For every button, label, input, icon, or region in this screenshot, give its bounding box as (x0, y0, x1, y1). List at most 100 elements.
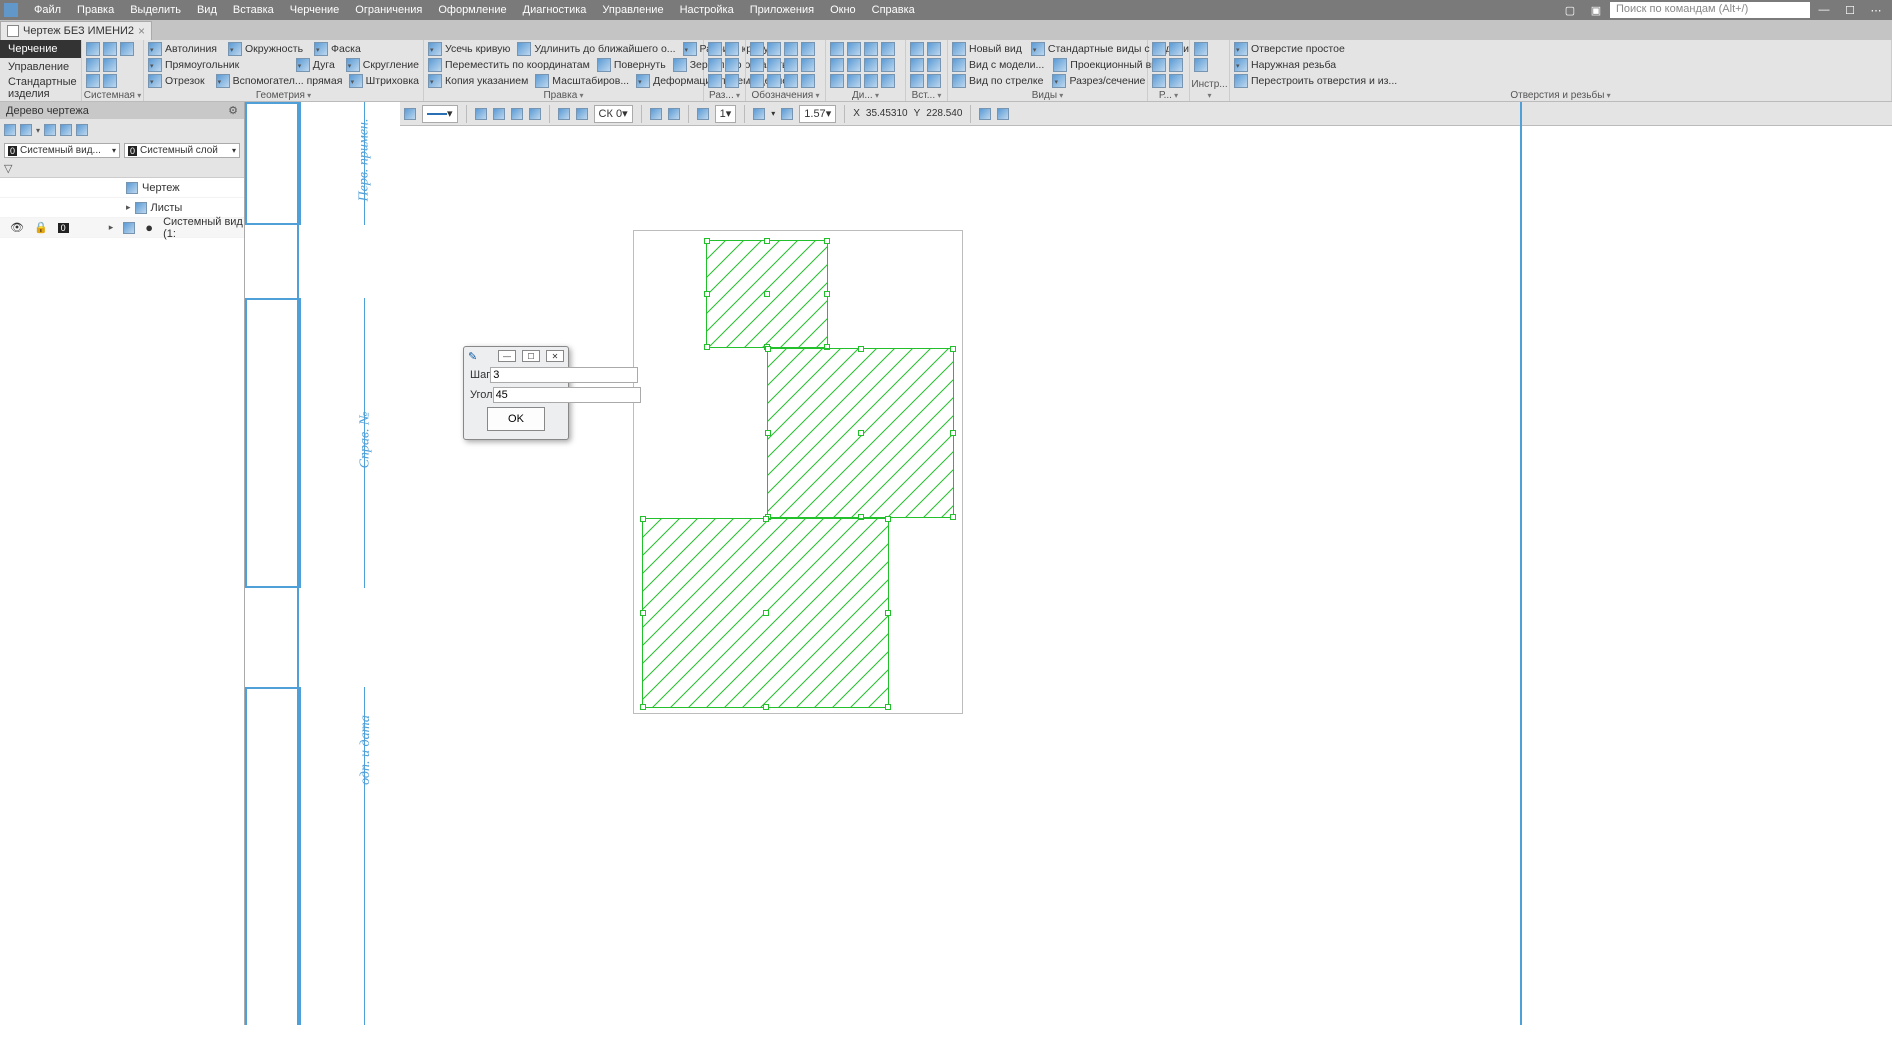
layout-toggle-1-icon[interactable]: ▢ (1558, 2, 1582, 18)
segment-icon[interactable] (148, 74, 162, 88)
ortho2-icon[interactable] (668, 108, 680, 120)
hatched-rect-1[interactable] (706, 240, 828, 348)
tree-tool-5-icon[interactable] (76, 124, 88, 136)
con-icon2[interactable] (847, 42, 861, 56)
ins-icon2[interactable] (927, 42, 941, 56)
con-icon7[interactable] (864, 58, 878, 72)
newview-icon[interactable] (952, 42, 966, 56)
scale-icon[interactable] (535, 74, 549, 88)
con-icon1[interactable] (830, 42, 844, 56)
move-icon[interactable] (428, 58, 442, 72)
menu-view[interactable]: Вид (189, 4, 225, 16)
ok-button[interactable]: OK (487, 407, 545, 431)
window-minimize-icon[interactable]: — (1812, 2, 1836, 18)
copy-icon[interactable] (103, 74, 117, 88)
open-icon[interactable] (103, 42, 117, 56)
document-tab-active[interactable]: Чертеж БЕЗ ИМЕНИ2 × (0, 21, 152, 40)
tool-icon2[interactable] (1194, 58, 1208, 72)
tree-tool-1-icon[interactable] (4, 124, 16, 136)
deform-icon[interactable] (636, 74, 650, 88)
dim-icon5[interactable] (708, 74, 722, 88)
cmd-hatch[interactable]: Штриховка (366, 75, 419, 87)
tree-node-sysview[interactable]: 👁 🔒 0 ▸ ● Системный вид (1: (0, 218, 244, 238)
ins-icon3[interactable] (910, 58, 924, 72)
extend-icon[interactable] (517, 42, 531, 56)
con-icon5[interactable] (830, 58, 844, 72)
ann-icon9[interactable] (750, 74, 764, 88)
tree-tool-4-icon[interactable] (60, 124, 72, 136)
autoline-icon[interactable] (148, 42, 162, 56)
ins-icon5[interactable] (910, 74, 924, 88)
dim-icon4[interactable] (725, 58, 739, 72)
tree-tool-3-icon[interactable] (44, 124, 56, 136)
rep-icon6[interactable] (1169, 74, 1183, 88)
tree-tool-2-icon[interactable] (20, 124, 32, 136)
new-icon[interactable] (86, 42, 100, 56)
document-tab-close-icon[interactable]: × (138, 24, 145, 38)
ann-icon4[interactable] (801, 42, 815, 56)
drawing-canvas[interactable]: ▾ СК 0 ▾ 1 ▾ ▾ 1.57 ▾ X 35.45310 Y (245, 102, 1892, 1025)
ann-icon8[interactable] (801, 58, 815, 72)
lock-icon[interactable]: 🔒 (34, 221, 48, 234)
ribbon-tab-drawing[interactable]: Черчение (0, 40, 81, 58)
menu-constraints[interactable]: Ограничения (347, 4, 430, 16)
zoom-dropdown[interactable]: 1.57 ▾ (799, 105, 836, 123)
menu-drawing[interactable]: Черчение (282, 4, 348, 16)
cmd-move[interactable]: Переместить по координатам (445, 59, 590, 71)
hole-icon1[interactable] (1234, 42, 1248, 56)
ann-icon10[interactable] (767, 74, 781, 88)
trim-icon[interactable] (428, 42, 442, 56)
dialog-collapse-icon[interactable]: — (498, 350, 516, 362)
cmd-modelview[interactable]: Вид с модели... (969, 59, 1044, 71)
ins-icon6[interactable] (927, 74, 941, 88)
rep-icon3[interactable] (1152, 58, 1166, 72)
grid-icon[interactable] (558, 108, 570, 120)
ribbon-tab-manage[interactable]: Управление (0, 58, 81, 76)
fillet-icon[interactable] (346, 58, 360, 72)
expand-icon[interactable]: ▸ (126, 202, 131, 213)
hatched-rect-3[interactable] (642, 518, 889, 708)
arrowview-icon[interactable] (952, 74, 966, 88)
ann-icon6[interactable] (767, 58, 781, 72)
rep-icon1[interactable] (1152, 42, 1166, 56)
ins-icon1[interactable] (910, 42, 924, 56)
cmd-segment[interactable]: Отрезок (165, 75, 205, 87)
linestyle-dropdown[interactable]: ▾ (422, 105, 458, 123)
cmd-rebuild[interactable]: Перестроить отверстия и из... (1251, 75, 1397, 87)
snap-icon-3[interactable] (511, 108, 523, 120)
cmd-circle[interactable]: Окружность (245, 43, 303, 55)
arc-icon[interactable] (296, 58, 310, 72)
rep-icon2[interactable] (1169, 42, 1183, 56)
cmd-rectangle[interactable]: Прямоугольник (165, 59, 239, 71)
ann-icon11[interactable] (784, 74, 798, 88)
tree-node-drawing[interactable]: Чертеж (0, 178, 244, 198)
cmd-simplehole[interactable]: Отверстие простое (1251, 43, 1345, 55)
con-icon6[interactable] (847, 58, 861, 72)
cmd-auxline[interactable]: Вспомогател... прямая (233, 75, 343, 87)
chamfer-icon[interactable] (314, 42, 328, 56)
sidebar-settings-icon[interactable]: ⚙ (228, 104, 238, 117)
projview-icon[interactable] (1053, 58, 1067, 72)
dropdown-icon[interactable]: ▾ (36, 126, 40, 135)
ann-icon12[interactable] (801, 74, 815, 88)
dim-icon1[interactable] (708, 42, 722, 56)
section-icon[interactable] (1052, 74, 1066, 88)
zoom-icon[interactable] (781, 108, 793, 120)
dialog-close-icon[interactable]: ✕ (546, 350, 564, 362)
layout-toggle-2-icon[interactable]: ▣ (1584, 2, 1608, 18)
menu-diag[interactable]: Диагностика (515, 4, 595, 16)
dialog-restore-icon[interactable]: ☐ (522, 350, 540, 362)
filter-icon[interactable]: ▽ (4, 162, 12, 175)
hole-icon3[interactable] (1234, 74, 1248, 88)
menu-window[interactable]: Окно (822, 4, 864, 16)
angle-input[interactable] (493, 387, 641, 403)
cmd-arc[interactable]: Дуга (313, 59, 335, 71)
modelview-icon[interactable] (952, 58, 966, 72)
auxline-icon[interactable] (216, 74, 230, 88)
menu-edit[interactable]: Правка (69, 4, 122, 16)
hole-icon2[interactable] (1234, 58, 1248, 72)
con-icon8[interactable] (881, 58, 895, 72)
cmd-chamfer[interactable]: Фаска (331, 43, 361, 55)
cmd-section[interactable]: Разрез/сечение (1069, 75, 1145, 87)
circle-icon[interactable] (228, 42, 242, 56)
